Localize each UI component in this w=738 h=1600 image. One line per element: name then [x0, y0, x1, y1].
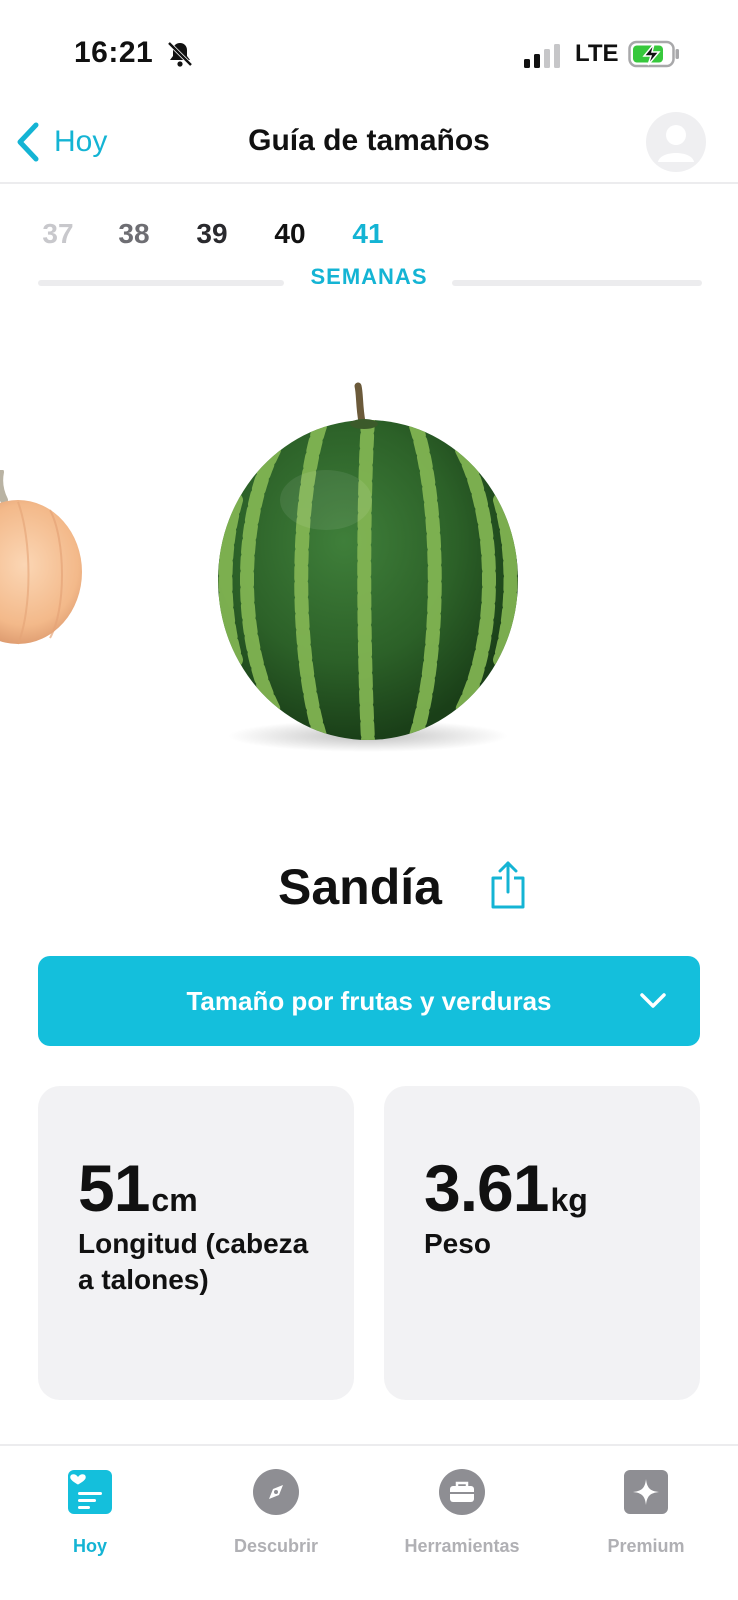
chevron-down-icon: [640, 993, 666, 1008]
tab-hoy[interactable]: Hoy: [0, 1458, 180, 1558]
compass-icon: [253, 1469, 299, 1515]
length-number: 51: [78, 1151, 150, 1225]
length-label: Longitud (cabeza a talones): [78, 1228, 309, 1295]
journal-icon: [68, 1470, 112, 1514]
weight-label: Peso: [424, 1228, 491, 1259]
length-value: 51 cm: [78, 1150, 198, 1226]
fruit-name: Sandía: [278, 859, 442, 915]
size-dropdown-label: Tamaño por frutas y verduras: [186, 986, 552, 1016]
briefcase-icon: [439, 1469, 485, 1515]
tab-label-descubrir: Descubrir: [233, 1536, 319, 1556]
week-38[interactable]: 38: [104, 218, 164, 250]
week-40[interactable]: 40: [260, 218, 320, 250]
pumpkin-image[interactable]: [0, 470, 84, 660]
status-bar: 16:21 LTE: [0, 0, 738, 100]
length-unit: cm: [151, 1182, 198, 1218]
length-card: 51 cm Longitud (cabeza a talones): [38, 1086, 354, 1400]
weeks-label: SEMANAS: [310, 264, 428, 289]
tab-herramientas[interactable]: Herramientas: [372, 1458, 552, 1558]
nav-bar: Hoy Guía de tamaños: [0, 100, 738, 184]
battery-charging-icon: [628, 40, 679, 68]
bell-off-icon: [167, 41, 193, 67]
signal-icon: [524, 44, 560, 68]
share-icon[interactable]: [488, 860, 528, 910]
size-comparison-dropdown[interactable]: Tamaño por frutas y verduras: [38, 956, 700, 1046]
user-icon: [658, 125, 694, 162]
weight-unit: kg: [550, 1182, 588, 1218]
network-label: LTE: [575, 40, 619, 67]
tab-premium[interactable]: Premium: [556, 1458, 736, 1558]
tab-bar: Hoy Descubrir Herramientas Premium: [0, 1444, 738, 1600]
weight-card: 3.61 kg Peso: [384, 1086, 700, 1400]
sparkle-icon: [624, 1470, 668, 1514]
tab-label-premium: Premium: [607, 1536, 685, 1556]
tab-label-hoy: Hoy: [72, 1536, 107, 1556]
avatar[interactable]: [646, 112, 706, 172]
watermelon-image: [218, 382, 518, 752]
weight-number: 3.61: [424, 1151, 549, 1225]
week-37[interactable]: 37: [28, 218, 88, 250]
status-time: 16:21: [74, 36, 154, 69]
week-39[interactable]: 39: [182, 218, 242, 250]
tab-label-herramientas: Herramientas: [404, 1536, 520, 1556]
tab-descubrir[interactable]: Descubrir: [186, 1458, 366, 1558]
weight-value: 3.61 kg: [424, 1150, 588, 1226]
week-selector: 37 38 39 40 41 SEMANAS: [0, 214, 738, 294]
week-41-selected[interactable]: 41: [338, 218, 398, 250]
page-title: Guía de tamaños: [248, 124, 490, 157]
